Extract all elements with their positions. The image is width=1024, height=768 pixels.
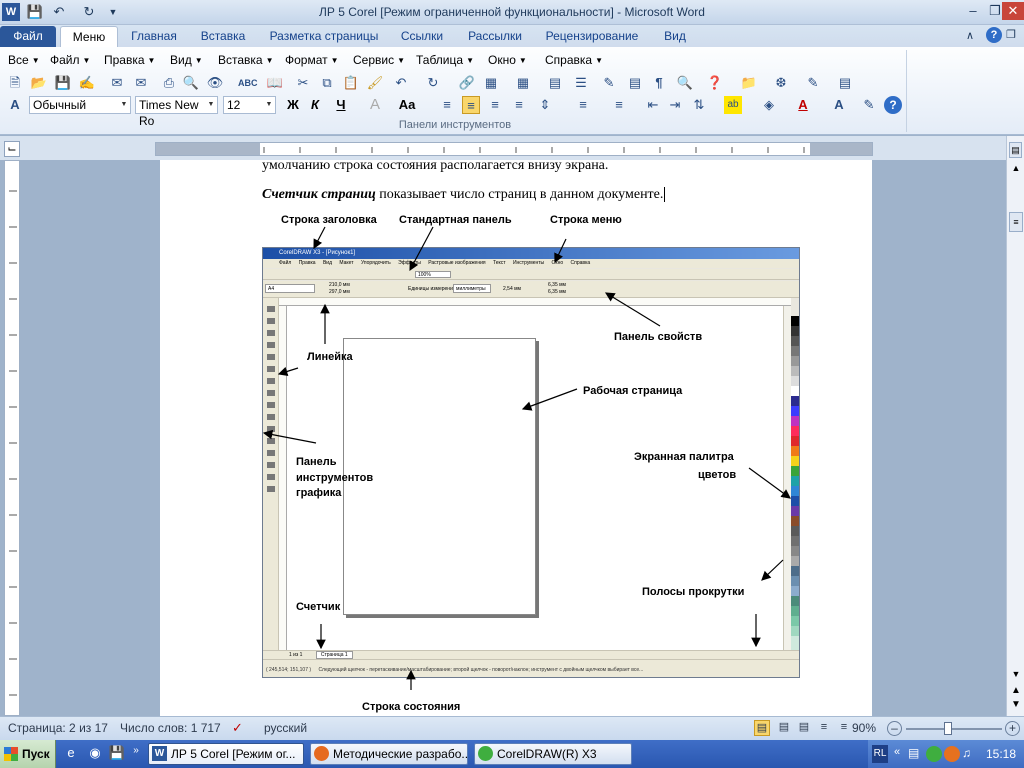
zoom-slider[interactable]: [906, 728, 1002, 730]
taskbar-word[interactable]: W ЛР 5 Corel [Режим ог...: [148, 743, 304, 765]
coreldraw-icon: [478, 746, 493, 761]
taskbar-coreldraw[interactable]: CorelDRAW(R) X3: [474, 743, 632, 765]
start-button[interactable]: Пуск: [0, 740, 56, 768]
word-icon: W: [152, 746, 167, 761]
zoom-in-icon[interactable]: +: [1005, 721, 1020, 736]
web-layout-icon[interactable]: ▤: [796, 720, 812, 736]
windows-logo-icon: [4, 747, 18, 761]
zoom-level[interactable]: 90%: [852, 721, 876, 735]
taskbar-firefox[interactable]: Методические разрабо...: [310, 743, 468, 765]
word-count[interactable]: Число слов: 1 717: [120, 721, 221, 735]
outline-icon[interactable]: ≡: [816, 720, 832, 736]
language-bar[interactable]: RL: [872, 745, 888, 763]
firefox-icon[interactable]: ◉: [86, 745, 104, 763]
ie-icon[interactable]: e: [62, 745, 80, 763]
tray-green-icon[interactable]: [926, 746, 942, 762]
status-bar: Страница: 2 из 17 Число слов: 1 717 ✓ ру…: [0, 716, 1024, 740]
zoom-slider-thumb[interactable]: [944, 722, 952, 735]
quick-launch-more-icon[interactable]: »: [130, 745, 142, 763]
save-icon[interactable]: 💾: [108, 745, 126, 763]
print-layout-icon[interactable]: ▤: [754, 720, 770, 736]
network-icon[interactable]: ▤: [908, 746, 924, 762]
clock[interactable]: 15:18: [986, 747, 1016, 761]
firefox-icon: [314, 746, 329, 761]
tray-orange-icon[interactable]: [944, 746, 960, 762]
draft-icon[interactable]: ≡: [836, 720, 852, 736]
system-tray: RL « ▤ ♫ 15:18: [868, 740, 1024, 768]
zoom-out-icon[interactable]: –: [887, 721, 902, 736]
language-indicator[interactable]: русский: [264, 721, 307, 735]
full-screen-icon[interactable]: ▤: [776, 720, 792, 736]
tray-expand-icon[interactable]: «: [894, 746, 900, 758]
page-count[interactable]: Страница: 2 из 17: [8, 721, 108, 735]
volume-icon[interactable]: ♫: [962, 746, 978, 762]
proofing-icon[interactable]: ✓: [232, 720, 243, 736]
annotation-arrows: [262, 226, 791, 690]
